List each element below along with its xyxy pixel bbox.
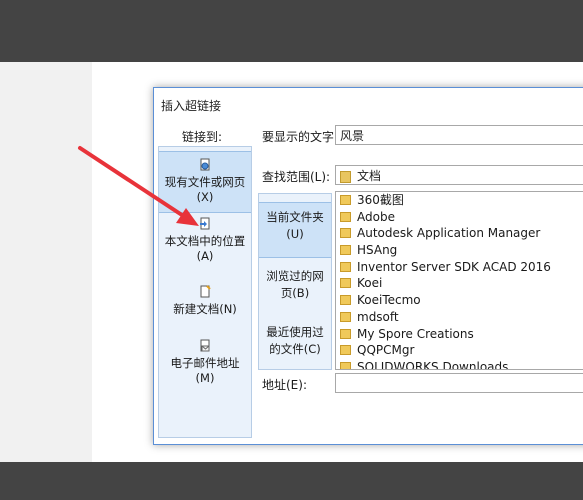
annotation-arrow-shaft (78, 146, 190, 221)
annotation-arrow-head (176, 208, 199, 226)
annotation-arrow (78, 146, 199, 226)
